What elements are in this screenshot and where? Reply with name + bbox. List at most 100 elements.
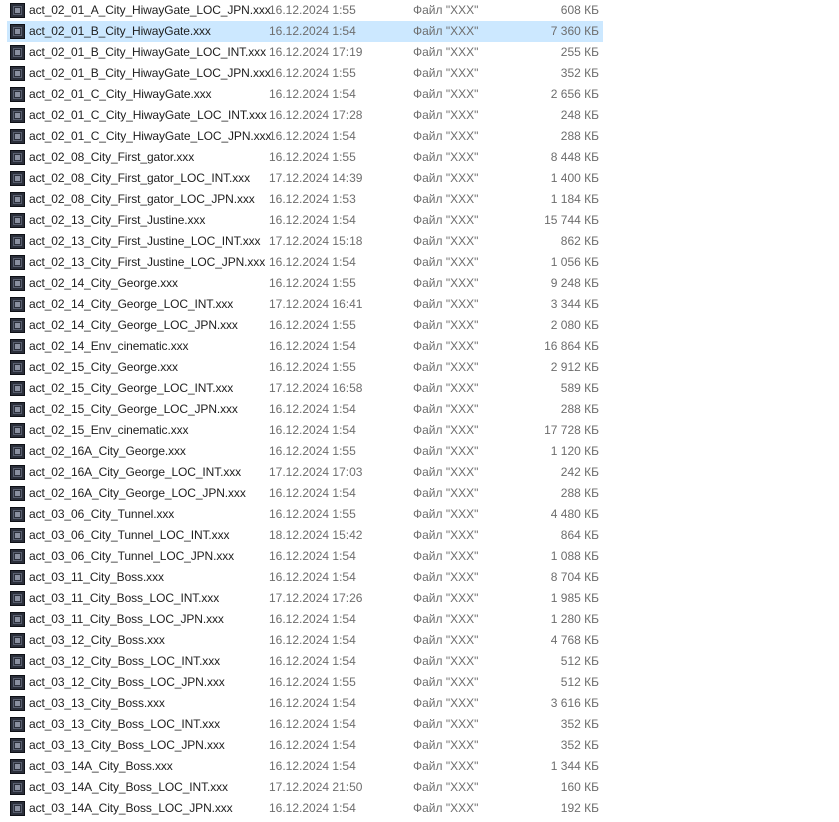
file-row[interactable]: act_02_01_B_City_HiwayGate_LOC_JPN.xxx 16… (7, 63, 603, 84)
file-row[interactable]: act_03_13_City_Boss_LOC_INT.xxx 16.12.202… (7, 714, 603, 735)
file-row[interactable]: act_02_01_C_City_HiwayGate_LOC_INT.xxx 16… (7, 105, 603, 126)
file-size: 1 400 КБ (550, 171, 599, 185)
file-row[interactable]: act_02_15_City_George_LOC_INT.xxx 17.12.2… (7, 378, 603, 399)
file-type: Файл "XXX" (413, 570, 479, 584)
file-type: Файл "XXX" (413, 381, 479, 395)
file-icon (10, 108, 25, 123)
file-name: act_02_13_City_First_Justine_LOC_JPN.xxx (29, 255, 266, 269)
file-modified-date: 16.12.2024 1:54 (269, 633, 356, 647)
file-modified-date: 16.12.2024 1:54 (269, 801, 356, 815)
file-icon (10, 360, 25, 375)
file-row[interactable]: act_03_06_City_Tunnel_LOC_JPN.xxx 16.12.2… (7, 546, 603, 567)
file-type: Файл "XXX" (413, 276, 479, 290)
file-row[interactable]: act_03_14A_City_Boss_LOC_INT.xxx 17.12.20… (7, 777, 603, 798)
file-name: act_02_16A_City_George.xxx (29, 444, 186, 458)
file-name: act_03_13_City_Boss.xxx (29, 696, 165, 710)
file-row[interactable]: act_02_13_City_First_Justine_LOC_JPN.xxx… (7, 252, 603, 273)
file-size: 3 344 КБ (550, 297, 599, 311)
file-row[interactable]: act_03_11_City_Boss_LOC_INT.xxx 17.12.202… (7, 588, 603, 609)
file-row[interactable]: act_03_12_City_Boss_LOC_JPN.xxx 16.12.202… (7, 672, 603, 693)
file-modified-date: 16.12.2024 1:54 (269, 717, 356, 731)
file-name: act_03_06_City_Tunnel_LOC_JPN.xxx (29, 549, 235, 563)
file-row[interactable]: act_02_16A_City_George_LOC_INT.xxx 17.12.… (7, 462, 603, 483)
file-row[interactable]: act_02_15_Env_cinematic.xxx 16.12.2024 1:… (7, 420, 603, 441)
file-row[interactable]: act_02_16A_City_George_LOC_JPN.xxx 16.12.… (7, 483, 603, 504)
file-type: Файл "XXX" (413, 528, 479, 542)
file-size: 512 КБ (560, 654, 599, 668)
file-size: 4 768 КБ (550, 633, 599, 647)
file-row[interactable]: act_02_14_City_George_LOC_INT.xxx 17.12.2… (7, 294, 603, 315)
file-name: act_02_15_City_George_LOC_JPN.xxx (29, 402, 238, 416)
file-name: act_02_08_City_First_gator.xxx (29, 150, 195, 164)
file-row[interactable]: act_02_15_City_George.xxx 16.12.2024 1:55… (7, 357, 603, 378)
file-name: act_02_08_City_First_gator_LOC_JPN.xxx (29, 192, 255, 206)
file-modified-date: 16.12.2024 17:19 (269, 45, 363, 59)
file-icon (10, 192, 25, 207)
file-row[interactable]: act_03_13_City_Boss_LOC_JPN.xxx 16.12.202… (7, 735, 603, 756)
file-name: act_03_13_City_Boss_LOC_JPN.xxx (29, 738, 225, 752)
file-size: 4 480 КБ (550, 507, 599, 521)
file-row[interactable]: act_02_08_City_First_gator_LOC_JPN.xxx 16… (7, 189, 603, 210)
file-name: act_02_15_City_George_LOC_INT.xxx (29, 381, 234, 395)
file-icon (10, 24, 25, 39)
file-name: act_02_01_C_City_HiwayGate_LOC_INT.xxx (29, 108, 267, 122)
file-row[interactable]: act_02_14_Env_cinematic.xxx 16.12.2024 1:… (7, 336, 603, 357)
file-row[interactable]: act_02_14_City_George_LOC_JPN.xxx 16.12.2… (7, 315, 603, 336)
file-row[interactable]: act_03_14A_City_Boss_LOC_JPN.xxx 16.12.20… (7, 798, 603, 819)
file-modified-date: 17.12.2024 14:39 (269, 171, 363, 185)
file-row[interactable]: act_02_01_B_City_HiwayGate_LOC_INT.xxx 16… (7, 42, 603, 63)
file-icon (10, 612, 25, 627)
file-row[interactable]: act_03_06_City_Tunnel_LOC_INT.xxx 18.12.2… (7, 525, 603, 546)
file-name: act_03_14A_City_Boss_LOC_INT.xxx (29, 780, 228, 794)
file-row[interactable]: act_02_13_City_First_Justine.xxx 16.12.20… (7, 210, 603, 231)
file-row[interactable]: act_03_11_City_Boss.xxx 16.12.2024 1:54 Фа… (7, 567, 603, 588)
file-size: 352 КБ (560, 66, 599, 80)
file-row[interactable]: act_03_06_City_Tunnel.xxx 16.12.2024 1:55… (7, 504, 603, 525)
file-type: Файл "XXX" (413, 108, 479, 122)
file-name: act_03_11_City_Boss_LOC_INT.xxx (29, 591, 220, 605)
file-row[interactable]: act_02_08_City_First_gator_LOC_INT.xxx 17… (7, 168, 603, 189)
file-icon (10, 255, 25, 270)
file-row[interactable]: act_03_11_City_Boss_LOC_JPN.xxx 16.12.202… (7, 609, 603, 630)
file-modified-date: 16.12.2024 1:54 (269, 24, 356, 38)
file-size: 862 КБ (560, 234, 599, 248)
file-row[interactable]: act_02_15_City_George_LOC_JPN.xxx 16.12.2… (7, 399, 603, 420)
file-type: Файл "XXX" (413, 213, 479, 227)
file-icon (10, 528, 25, 543)
file-row[interactable]: act_02_16A_City_George.xxx 16.12.2024 1:5… (7, 441, 603, 462)
file-size: 608 КБ (560, 3, 599, 17)
file-row[interactable]: act_03_13_City_Boss.xxx 16.12.2024 1:54 Фа… (7, 693, 603, 714)
file-name: act_02_14_Env_cinematic.xxx (29, 339, 189, 353)
file-row[interactable]: act_02_13_City_First_Justine_LOC_INT.xxx… (7, 231, 603, 252)
file-row[interactable]: act_02_14_City_George.xxx 16.12.2024 1:55… (7, 273, 603, 294)
file-modified-date: 16.12.2024 1:55 (269, 675, 356, 689)
file-row[interactable]: act_03_12_City_Boss_LOC_INT.xxx 16.12.202… (7, 651, 603, 672)
file-name: act_03_12_City_Boss.xxx (29, 633, 165, 647)
file-icon (10, 423, 25, 438)
file-type: Файл "XXX" (413, 507, 479, 521)
file-modified-date: 16.12.2024 1:54 (269, 759, 356, 773)
file-row[interactable]: act_02_01_C_City_HiwayGate_LOC_JPN.xxx 16… (7, 126, 603, 147)
file-row[interactable]: act_03_12_City_Boss.xxx 16.12.2024 1:54 Фа… (7, 630, 603, 651)
file-modified-date: 16.12.2024 1:55 (269, 3, 356, 17)
file-name: act_03_11_City_Boss.xxx (29, 570, 164, 584)
file-size: 7 360 КБ (550, 24, 599, 38)
file-icon (10, 738, 25, 753)
file-size: 288 КБ (560, 402, 599, 416)
file-name: act_02_01_A_City_HiwayGate_LOC_JPN.xxx (29, 3, 271, 17)
file-type: Файл "XXX" (413, 255, 479, 269)
file-row[interactable]: act_03_14A_City_Boss.xxx 16.12.2024 1:54 Ф… (7, 756, 603, 777)
file-name: act_02_01_C_City_HiwayGate.xxx (29, 87, 212, 101)
file-modified-date: 16.12.2024 1:54 (269, 423, 356, 437)
file-row[interactable]: act_02_01_C_City_HiwayGate.xxx 16.12.2024… (7, 84, 603, 105)
file-size: 288 КБ (560, 486, 599, 500)
file-row[interactable]: act_02_08_City_First_gator.xxx 16.12.2024… (7, 147, 603, 168)
file-row[interactable]: act_02_01_A_City_HiwayGate_LOC_JPN.xxx 16… (7, 0, 603, 21)
file-size: 352 КБ (560, 738, 599, 752)
file-modified-date: 16.12.2024 1:54 (269, 654, 356, 668)
file-name: act_02_16A_City_George_LOC_JPN.xxx (29, 486, 246, 500)
file-row[interactable]: act_02_01_B_City_HiwayGate.xxx 16.12.2024… (7, 21, 603, 42)
file-modified-date: 16.12.2024 1:54 (269, 738, 356, 752)
file-name: act_02_16A_City_George_LOC_INT.xxx (29, 465, 242, 479)
file-type: Файл "XXX" (413, 45, 479, 59)
